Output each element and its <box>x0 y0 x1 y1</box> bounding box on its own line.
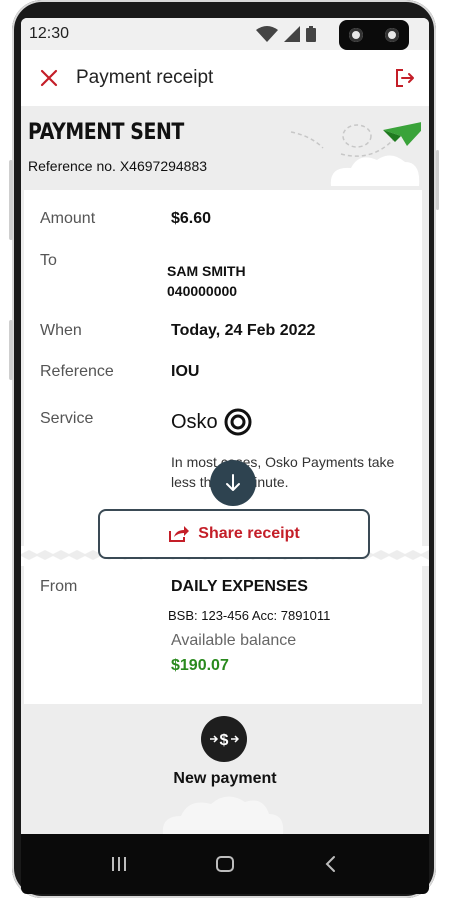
receipt-content: PAYMENT SENT Reference no. X4697294883 A… <box>21 106 429 834</box>
screen: 12:30 Payment receipt PAYMENT SENT Refer… <box>21 18 429 894</box>
from-account-card: From DAILY EXPENSES BSB: 123-456 Acc: 78… <box>24 564 422 704</box>
when-value: Today, 24 Feb 2022 <box>171 322 316 339</box>
new-payment-section: $ New payment <box>21 706 429 834</box>
payee-account: 040000000 <box>167 283 238 299</box>
recent-apps-icon[interactable] <box>107 852 131 876</box>
volume-button <box>9 160 13 240</box>
system-nav-bar <box>21 834 429 894</box>
side-button <box>9 320 13 380</box>
reference-number: Reference no. X4697294883 <box>28 158 208 174</box>
cloud-illustration-icon <box>162 796 284 834</box>
page-title: Payment receipt <box>76 67 214 88</box>
share-receipt-button[interactable]: Share receipt <box>98 509 370 559</box>
osko-icon <box>224 408 252 436</box>
osko-logo: Osko <box>171 408 252 436</box>
osko-note: In most cases, Osko Payments take less t… <box>171 454 395 490</box>
payment-status-heading: PAYMENT SENT <box>28 120 184 145</box>
share-icon <box>169 526 190 542</box>
scroll-down-button[interactable] <box>210 460 256 506</box>
amount-label: Amount <box>40 210 96 227</box>
bsb-account-number: BSB: 123-456 Acc: 7891011 <box>168 608 331 623</box>
available-balance-value: $190.07 <box>171 657 229 674</box>
close-icon[interactable] <box>37 66 61 90</box>
from-account-name: DAILY EXPENSES <box>171 578 308 595</box>
osko-brand: Osko <box>171 410 218 433</box>
transfer-money-icon: $ <box>210 732 239 749</box>
payee: SAM SMITH 040000000 <box>167 261 246 301</box>
arrow-down-icon <box>226 474 240 491</box>
back-icon[interactable] <box>319 852 343 876</box>
available-balance-label: Available balance <box>171 632 297 649</box>
home-icon[interactable] <box>213 852 237 876</box>
payment-sent-banner: PAYMENT SENT Reference no. X4697294883 <box>21 106 429 186</box>
status-icons <box>256 25 316 43</box>
battery-icon <box>306 26 316 42</box>
status-bar: 12:30 <box>21 18 429 50</box>
new-payment-label[interactable]: New payment <box>21 770 429 788</box>
app-bar: Payment receipt <box>21 50 429 106</box>
new-payment-button[interactable]: $ <box>201 716 247 762</box>
reference-label: Reference <box>40 363 114 380</box>
camera-lens-icon <box>349 28 363 42</box>
to-label: To <box>40 252 57 269</box>
paper-plane-illustration-icon <box>290 122 421 186</box>
amount-value: $6.60 <box>171 210 212 227</box>
cellular-icon <box>284 26 300 42</box>
power-button <box>436 150 439 210</box>
share-receipt-label: Share receipt <box>198 525 300 542</box>
svg-text:$: $ <box>220 732 229 749</box>
when-label: When <box>40 322 82 339</box>
reference-value: IOU <box>171 363 200 380</box>
from-label: From <box>40 578 78 595</box>
payee-name: SAM SMITH <box>167 263 246 279</box>
wifi-icon <box>256 26 278 42</box>
camera-cutout <box>339 20 409 50</box>
service-label: Service <box>40 410 94 427</box>
status-time: 12:30 <box>29 25 70 42</box>
exit-icon[interactable] <box>393 66 417 90</box>
camera-lens-icon <box>385 28 399 42</box>
